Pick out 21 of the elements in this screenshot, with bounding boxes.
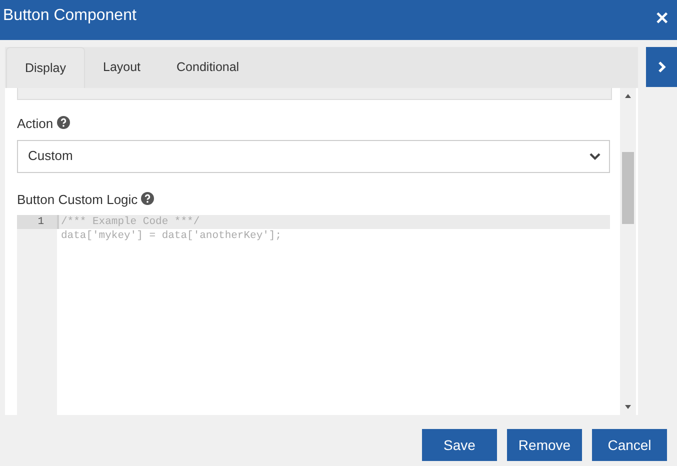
- footer-button[interactable]: Cancel: [592, 429, 667, 461]
- close-button[interactable]: ✕: [647, 0, 677, 38]
- tab[interactable]: Conditional: [158, 47, 258, 88]
- scrollbar-thumb[interactable]: [622, 152, 634, 224]
- footer-button[interactable]: Remove: [507, 429, 582, 461]
- line-number: 1: [17, 215, 57, 229]
- scrollbar[interactable]: [620, 88, 636, 415]
- chevron-down-icon: [589, 152, 601, 160]
- code-line: data['mykey'] = data['anotherKey'];: [60, 229, 283, 243]
- tab[interactable]: Display: [6, 47, 85, 88]
- code-editor[interactable]: 1 /*** Example Code ***/ data['mykey'] = data['anotherKey'];: [17, 215, 610, 415]
- footer-button[interactable]: Save: [422, 429, 497, 461]
- window-title: Button Component: [2, 6, 136, 26]
- expand-button[interactable]: [646, 47, 677, 87]
- field-label: Button Custom Logic: [17, 192, 138, 206]
- field-label: Action: [17, 116, 54, 131]
- action-select[interactable]: Custom: [17, 140, 610, 172]
- chevron-right-icon: [656, 61, 666, 73]
- help-icon: [56, 116, 70, 129]
- tab[interactable]: Layout: [85, 47, 159, 88]
- help-icon: [141, 192, 154, 204]
